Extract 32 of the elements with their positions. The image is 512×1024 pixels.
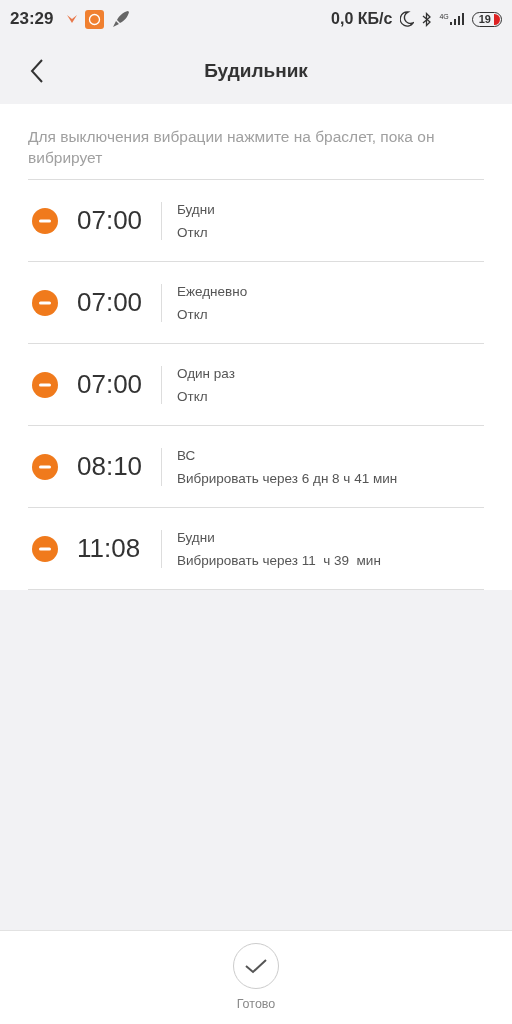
alarm-repeat: Будни xyxy=(177,201,215,217)
app-icon xyxy=(85,9,105,29)
done-label: Готово xyxy=(236,997,276,1011)
alarm-repeat: Будни xyxy=(177,529,216,545)
clock-time: 23:29 xyxy=(10,9,54,29)
alarm-repeat: ВС xyxy=(177,447,197,463)
alarm-status: Откл xyxy=(177,306,209,322)
alarm-status: Вибрировать через 6 дн 8 ч 41 мин xyxy=(177,470,398,486)
bluetooth-icon xyxy=(422,11,432,27)
remove-icon[interactable] xyxy=(32,371,58,398)
moon-icon xyxy=(400,11,415,27)
alarm-time: 07:00 xyxy=(77,369,144,400)
signal-icon xyxy=(449,13,464,25)
alarm-repeat: Один раз xyxy=(177,365,235,381)
network-speed: 0,0 КБ/с xyxy=(331,10,393,28)
page-title: Будильник xyxy=(204,60,308,82)
remove-icon[interactable] xyxy=(32,453,58,480)
remove-icon[interactable] xyxy=(32,535,58,562)
alarm-status: Откл xyxy=(177,388,209,404)
done-button[interactable] xyxy=(233,943,279,989)
remove-icon[interactable] xyxy=(32,289,58,316)
alarm-status: Откл xyxy=(177,224,209,240)
alarm-time: 11:08 xyxy=(77,533,142,564)
alarm-status: Вибрировать через 11 ч 39 мин xyxy=(177,552,381,568)
back-icon[interactable] xyxy=(30,59,44,83)
check-icon xyxy=(245,958,267,974)
alarm-time: 07:00 xyxy=(77,287,144,318)
hint-text: Для выключения вибрации нажмите на браслет, пока он вибрирует xyxy=(28,104,484,180)
alarm-time: 07:00 xyxy=(77,205,144,236)
remove-icon[interactable] xyxy=(32,207,58,234)
alarm-repeat: Ежедневно xyxy=(177,283,248,299)
alarm-time: 08:10 xyxy=(77,451,144,482)
